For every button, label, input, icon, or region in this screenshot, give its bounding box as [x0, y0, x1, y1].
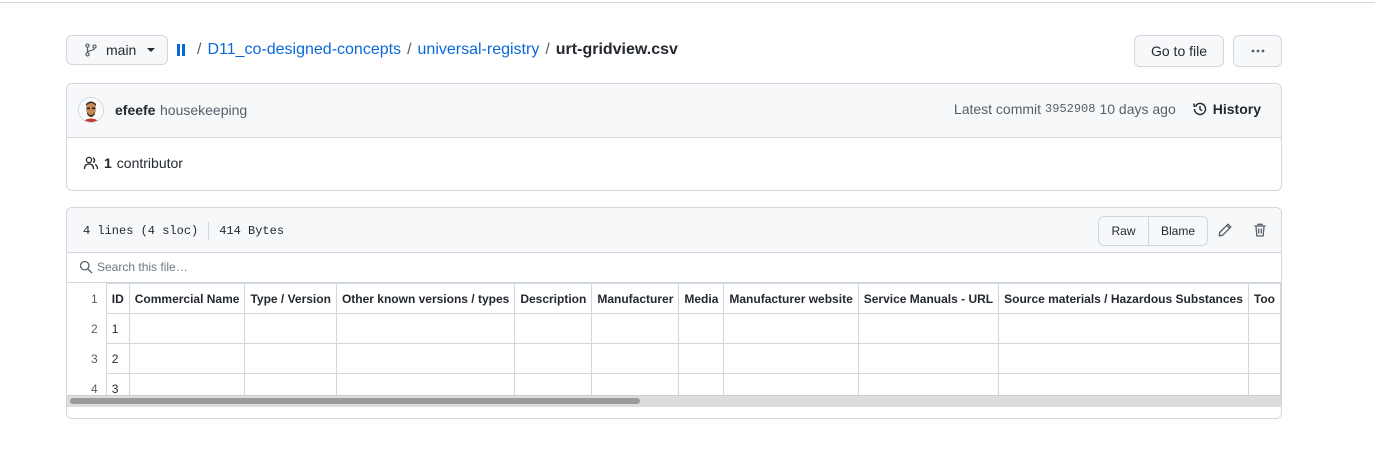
chevron-down-icon: [147, 48, 156, 52]
table-row: 3 2: [67, 343, 1281, 374]
file-header: 4 lines (4 sloc) 414 Bytes Raw Blame: [67, 208, 1281, 253]
history-label: History: [1212, 101, 1261, 117]
table-cell: [1247, 343, 1281, 374]
trash-icon: [1254, 223, 1266, 237]
table-cell: [678, 343, 725, 374]
csv-table-container: 1 ID Commercial Name Type / Version Othe…: [67, 283, 1281, 407]
table-cell: [335, 313, 516, 344]
blame-button[interactable]: Blame: [1149, 217, 1207, 245]
table-cell: [128, 313, 246, 344]
column-header: Too: [1247, 283, 1281, 314]
file-search-input[interactable]: [97, 258, 697, 276]
table-cell: [128, 343, 246, 374]
table-cell: [591, 313, 680, 344]
column-header: Manufacturer website: [723, 283, 859, 314]
table-row: 2 1: [67, 313, 1281, 344]
column-header: Type / Version: [244, 283, 337, 314]
git-branch-icon: [85, 43, 97, 57]
delete-file-button[interactable]: [1250, 220, 1270, 240]
kebab-horizontal-icon: [1251, 49, 1264, 53]
table-cell: [857, 313, 1000, 344]
more-options-button[interactable]: [1233, 35, 1282, 67]
line-number[interactable]: 2: [67, 314, 106, 344]
table-cell: [591, 343, 680, 374]
history-icon: [1192, 102, 1206, 116]
table-cell: [1247, 313, 1281, 344]
scrollbar-thumb[interactable]: [70, 398, 640, 404]
table-cell: [244, 343, 337, 374]
contributors-row[interactable]: 1 contributor: [83, 155, 183, 171]
column-header: ID: [105, 283, 130, 314]
file-size: 414 Bytes: [219, 224, 285, 238]
column-header: Media: [678, 283, 725, 314]
table-cell: [998, 313, 1249, 344]
latest-commit-label: Latest commit: [953, 101, 1042, 117]
branch-selector-button[interactable]: main: [66, 35, 168, 65]
contributors-label: contributor: [116, 155, 183, 171]
people-icon: [83, 156, 99, 170]
file-info: 4 lines (4 sloc) 414 Bytes: [83, 222, 284, 240]
table-cell: [723, 343, 859, 374]
user-avatar-icon: [79, 98, 103, 122]
table-cell: 2: [105, 343, 130, 374]
pencil-icon: [1218, 223, 1232, 237]
commit-author[interactable]: efeefe: [115, 102, 155, 118]
table-header-row: 1 ID Commercial Name Type / Version Othe…: [67, 283, 1281, 314]
table-cell: [723, 313, 859, 344]
column-header: Source materials / Hazardous Substances: [998, 283, 1249, 314]
search-icon: [79, 260, 93, 274]
commit-meta: Latest commit 3952908 10 days ago Histor…: [954, 101, 1261, 117]
line-number[interactable]: 3: [67, 344, 106, 374]
breadcrumb: / D11_co-designed-concepts / universal-r…: [177, 39, 678, 61]
horizontal-scrollbar[interactable]: [67, 395, 1281, 407]
column-header: Other known versions / types: [335, 283, 516, 314]
history-link[interactable]: History: [1192, 101, 1261, 117]
column-header: Description: [514, 283, 593, 314]
table-cell: [514, 343, 593, 374]
go-to-file-button[interactable]: Go to file: [1134, 35, 1224, 67]
breadcrumb-separator: /: [545, 41, 550, 58]
branch-name: main: [106, 42, 137, 58]
table-cell: [244, 313, 337, 344]
file-actions-group: Raw Blame: [1098, 216, 1208, 246]
file-info-divider: [208, 222, 210, 240]
repo-root-icon[interactable]: [177, 44, 185, 56]
edit-file-button[interactable]: [1215, 220, 1235, 240]
column-header: Service Manuals - URL: [857, 283, 1000, 314]
breadcrumb-link-concepts[interactable]: D11_co-designed-concepts: [207, 41, 401, 59]
breadcrumb-link-registry[interactable]: universal-registry: [418, 41, 540, 59]
breadcrumb-separator: /: [407, 41, 412, 58]
line-number[interactable]: 1: [67, 284, 106, 314]
table-cell: [857, 343, 1000, 374]
csv-table: 1 ID Commercial Name Type / Version Othe…: [67, 283, 1281, 404]
breadcrumb-separator: /: [197, 41, 202, 58]
contributors-count: 1: [104, 155, 112, 171]
top-divider: [0, 2, 1375, 3]
table-cell: [998, 343, 1249, 374]
column-header: Manufacturer: [591, 283, 680, 314]
raw-button[interactable]: Raw: [1099, 217, 1149, 245]
current-filename: urt-gridview.csv: [555, 41, 678, 58]
table-cell: [678, 313, 725, 344]
table-cell: 1: [105, 313, 130, 344]
commit-header: efeefe housekeeping Latest commit 395290…: [67, 84, 1281, 138]
file-search-row: [67, 253, 1281, 283]
column-header: Commercial Name: [128, 283, 246, 314]
avatar[interactable]: [78, 97, 104, 123]
table-cell: [514, 313, 593, 344]
commit-message[interactable]: housekeeping: [160, 102, 247, 118]
latest-commit-box: efeefe housekeeping Latest commit 395290…: [66, 83, 1282, 191]
file-viewer: 4 lines (4 sloc) 414 Bytes Raw Blame Sea…: [66, 207, 1282, 419]
file-line-count: 4 lines (4 sloc): [83, 224, 199, 238]
commit-time: 10 days ago: [1099, 101, 1176, 117]
commit-sha[interactable]: 3952908: [1045, 102, 1095, 116]
table-cell: [335, 343, 516, 374]
